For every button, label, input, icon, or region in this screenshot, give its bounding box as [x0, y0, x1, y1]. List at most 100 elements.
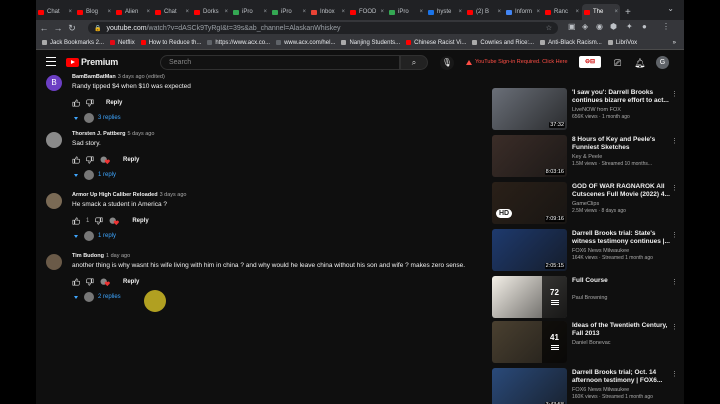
channel-name[interactable]: FOX6 News Milwaukee	[572, 387, 629, 393]
comment-avatar[interactable]	[46, 132, 62, 148]
tab-close-icon[interactable]: ×	[497, 9, 501, 15]
reply-button[interactable]: Reply	[106, 100, 122, 106]
video-title[interactable]: Full Course	[572, 277, 672, 285]
more-options-icon[interactable]: ⋮	[671, 137, 678, 145]
browser-tab[interactable]: iPro ×	[387, 4, 425, 20]
bookmark-item[interactable]: Cowries and Rice:...	[472, 40, 534, 46]
thumbs-up-icon[interactable]	[72, 217, 81, 225]
browser-tab[interactable]: Chat ×	[153, 4, 191, 20]
thumbs-up-icon[interactable]	[72, 278, 81, 286]
bookmark-star-icon[interactable]: ☆	[546, 24, 552, 32]
tab-close-icon[interactable]: ×	[68, 9, 72, 15]
channel-name[interactable]: FOX6 News Milwaukee	[572, 248, 629, 254]
other-bookmarks-button[interactable]: »	[673, 40, 676, 46]
thumbs-down-icon[interactable]	[85, 278, 94, 286]
account-avatar[interactable]: G	[656, 56, 669, 69]
menu-hamburger-icon[interactable]	[46, 57, 56, 66]
bookmark-item[interactable]: Anti-Black Racism...	[540, 40, 602, 46]
comment-author[interactable]: Thorsten J. Pattberg	[72, 131, 125, 137]
video-item[interactable]: 7:09:16 HD GOD OF WAR RAGNAROK All Cutscen…	[492, 182, 682, 226]
tab-close-icon[interactable]: ×	[536, 9, 540, 15]
video-item[interactable]: 37:32 'I saw you': Darrell Brooks continu…	[492, 88, 682, 132]
channel-name[interactable]: Daniel Bonevac	[572, 340, 611, 346]
tab-close-icon[interactable]: ×	[263, 9, 267, 15]
browser-tab[interactable]: Alien ×	[114, 4, 152, 20]
video-thumbnail[interactable]: 7:09:16 HD	[492, 182, 567, 224]
video-item[interactable]: 8:03:16 8 Hours of Key and Peele's Funnie…	[492, 135, 682, 179]
new-tab-button[interactable]: +	[625, 7, 631, 18]
extension-badge[interactable]: ⊖⊟	[579, 56, 601, 68]
video-title[interactable]: Ideas of the Twentieth Century, Fall 201…	[572, 322, 672, 338]
tab-close-icon[interactable]: ×	[575, 9, 579, 15]
video-item[interactable]: 3:43:58 Darrell Brooks trial; Oct. 14 aft…	[492, 368, 682, 404]
reply-button[interactable]: Reply	[123, 279, 139, 285]
thumbs-down-icon[interactable]	[95, 217, 103, 225]
browser-tab[interactable]: The ×	[582, 4, 620, 20]
more-options-icon[interactable]: ⋮	[671, 184, 678, 192]
playlist-item[interactable]: 72 Full Course Paul Browning ⋮	[492, 276, 682, 320]
bookmark-item[interactable]: Chinese Racist Vi...	[406, 40, 466, 46]
channel-name[interactable]: LiveNOW from FOX	[572, 107, 621, 113]
tab-close-icon[interactable]: ×	[419, 9, 423, 15]
tab-close-icon[interactable]: ×	[302, 9, 306, 15]
tab-close-icon[interactable]: ×	[185, 9, 189, 15]
video-thumbnail[interactable]: 72	[492, 276, 567, 318]
video-title[interactable]: Darrell Brooks trial; Oct. 14 afternoon …	[572, 369, 672, 385]
thumbs-up-icon[interactable]	[72, 99, 81, 107]
comment-time[interactable]: 3 days ago (edited)	[118, 74, 165, 80]
tab-close-icon[interactable]: ×	[107, 9, 111, 15]
browser-tab[interactable]: Ranc ×	[543, 4, 581, 20]
browser-tab[interactable]: Blog ×	[75, 4, 113, 20]
reply-button[interactable]: Reply	[132, 218, 148, 224]
channel-name[interactable]: GameClips	[572, 201, 599, 207]
creator-heart-icon[interactable]	[100, 278, 111, 287]
thumbs-down-icon[interactable]	[85, 99, 94, 107]
comment-author[interactable]: Armor Up High Caliber Reloaded	[72, 192, 158, 198]
browser-tab[interactable]: Chat ×	[36, 4, 74, 20]
tab-close-icon[interactable]: ×	[341, 9, 345, 15]
bookmark-item[interactable]: Nanjing Students...	[341, 40, 400, 46]
browser-tab[interactable]: iPro ×	[231, 4, 269, 20]
creator-heart-icon[interactable]	[109, 217, 120, 226]
video-item[interactable]: 2:05:15 Darrell Brooks trial: State's wit…	[492, 229, 682, 273]
thumbs-up-icon[interactable]	[72, 156, 81, 164]
view-replies-button[interactable]: 1 reply	[74, 231, 116, 241]
voice-search-mic-icon[interactable]: 🎙	[440, 56, 454, 70]
bookmark-item[interactable]: https://www.acx.co...	[207, 40, 270, 46]
more-options-icon[interactable]: ⋮	[671, 90, 678, 98]
browser-tab[interactable]: Inbox ×	[309, 4, 347, 20]
browser-tab[interactable]: hyste ×	[426, 4, 464, 20]
notifications-bell-icon[interactable]: 🔔︎	[634, 58, 645, 69]
browser-tab[interactable]: (2) B ×	[465, 4, 503, 20]
video-thumbnail[interactable]: 8:03:16	[492, 135, 567, 177]
reply-button[interactable]: Reply	[123, 157, 139, 163]
extension-icon[interactable]: ▣	[568, 22, 576, 31]
more-options-icon[interactable]: ⋮	[671, 323, 678, 331]
bookmark-item[interactable]: Netflix	[110, 40, 135, 46]
chrome-menu-icon[interactable]: ⋮	[662, 22, 670, 31]
comment-avatar[interactable]	[46, 193, 62, 209]
comment-avatar[interactable]: B	[46, 75, 62, 91]
video-thumbnail[interactable]: 3:43:58	[492, 368, 567, 404]
view-replies-button[interactable]: 2 replies	[74, 292, 121, 302]
tab-close-icon[interactable]: ×	[380, 9, 384, 15]
comment-time[interactable]: 1 day ago	[106, 253, 130, 259]
tab-close-icon[interactable]: ×	[224, 9, 228, 15]
channel-name[interactable]: Paul Browning	[572, 295, 607, 301]
thumbs-down-icon[interactable]	[85, 156, 94, 164]
more-options-icon[interactable]: ⋮	[671, 370, 678, 378]
forward-icon[interactable]: →	[52, 23, 64, 33]
browser-tab[interactable]: iPro ×	[270, 4, 308, 20]
search-button[interactable]: ⌕	[400, 55, 428, 70]
creator-heart-icon[interactable]	[100, 156, 111, 165]
browser-tab[interactable]: FOOD ×	[348, 4, 386, 20]
bookmark-item[interactable]: www.acx.com/hel...	[276, 40, 335, 46]
channel-name[interactable]: Key & Peele	[572, 154, 602, 160]
extension-icon[interactable]: ⬢	[610, 22, 617, 31]
video-title[interactable]: 8 Hours of Key and Peele's Funniest Sket…	[572, 136, 672, 152]
video-title[interactable]: Darrell Brooks trial: State's witness te…	[572, 230, 672, 246]
extension-icon[interactable]: ◉	[596, 22, 603, 31]
tab-close-icon[interactable]: ×	[614, 9, 618, 15]
tab-close-icon[interactable]: ×	[458, 9, 462, 15]
view-replies-button[interactable]: 1 reply	[74, 170, 116, 180]
